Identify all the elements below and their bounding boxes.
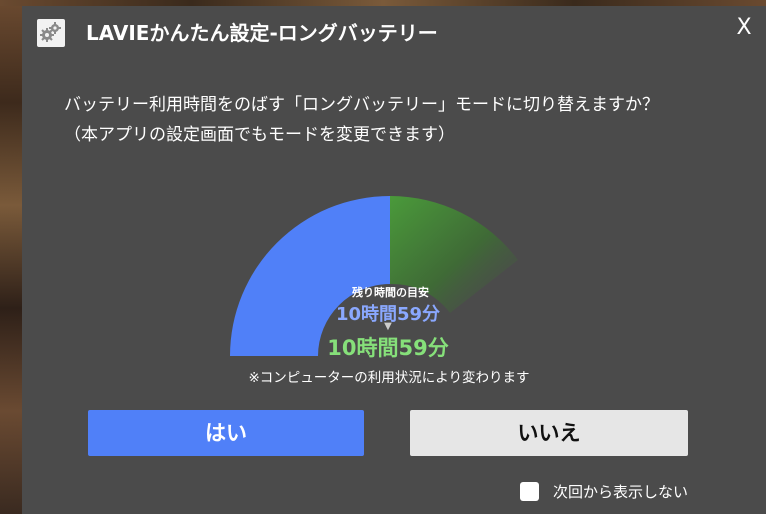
- yes-button[interactable]: はい: [88, 410, 364, 456]
- close-button[interactable]: X: [728, 12, 760, 44]
- prompt-message: バッテリー利用時間をのばす「ロングバッテリー」モードに切り替えますか？: [64, 95, 659, 115]
- remaining-time-label: 残り時間の目安: [352, 286, 429, 299]
- extended-remaining-time: 10時間59分: [327, 336, 449, 360]
- arrow-down-icon: ▼: [384, 321, 392, 332]
- prompt-subtext: （本アプリの設定画面でもモードを変更できます）: [64, 125, 455, 145]
- window-title: LAVIEかんたん設定-ロングバッテリー: [86, 21, 438, 45]
- long-battery-dialog: LAVIEかんたん設定-ロングバッテリー X バッテリー利用時間をのばす「ロング…: [22, 6, 766, 514]
- usage-note: ※コンピューターの利用状況により変わります: [248, 370, 530, 386]
- no-button[interactable]: いいえ: [410, 410, 688, 456]
- gears-icon: [37, 19, 65, 47]
- desktop-background: [0, 0, 22, 514]
- dont-show-again-label[interactable]: 次回から表示しない: [553, 481, 688, 502]
- dont-show-again-checkbox[interactable]: [520, 482, 539, 501]
